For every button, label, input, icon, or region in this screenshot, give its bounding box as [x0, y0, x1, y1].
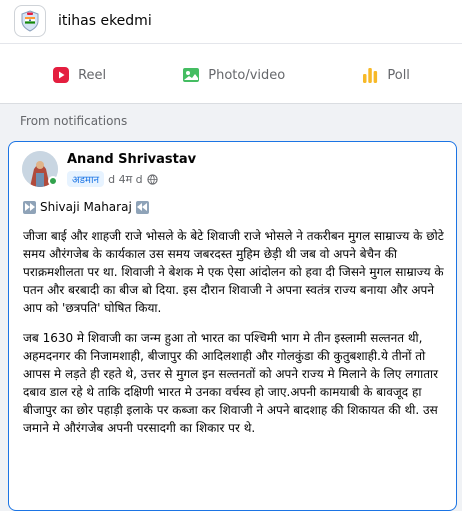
- post-paragraph-1: जीजा बाई और शाहजी राजे भोसले के बेटे शिव…: [23, 229, 444, 315]
- photo-icon: [183, 68, 200, 82]
- group-name[interactable]: itihas ekedmi: [58, 13, 152, 29]
- poll-button[interactable]: Poll: [361, 66, 410, 84]
- post-meta: अडमान d 4म d: [67, 171, 158, 187]
- admin-badge: अडमान: [67, 171, 105, 187]
- post-author[interactable]: Anand Shrivastav: [67, 152, 196, 167]
- photo-video-label: Photo/video: [208, 67, 286, 83]
- group-row[interactable]: itihas ekedmi: [14, 4, 152, 38]
- globe-icon: [147, 173, 158, 185]
- post-heading: Shivaji Maharaj: [23, 198, 444, 216]
- composer-actions: Reel Photo/video Poll: [14, 58, 448, 92]
- reel-icon: [53, 67, 70, 83]
- post-card: Anand Shrivastav अडमान d 4म d Shivaji Ma…: [8, 141, 457, 511]
- online-status-dot: [48, 176, 58, 186]
- rewind-icon: [135, 200, 149, 214]
- group-header-card: itihas ekedmi Reel Photo/video Poll: [0, 0, 462, 104]
- section-label: From notifications: [20, 114, 128, 128]
- post-heading-text: Shivaji Maharaj: [40, 200, 132, 214]
- post-time[interactable]: d 4म d: [108, 172, 143, 187]
- reel-button[interactable]: Reel: [52, 66, 106, 84]
- group-logo: [14, 5, 46, 37]
- reel-label: Reel: [78, 67, 107, 83]
- divider: [0, 43, 462, 44]
- fast-forward-icon: [23, 200, 36, 214]
- poll-label: Poll: [387, 67, 410, 83]
- flag-shield-logo-icon: [21, 10, 39, 32]
- poll-icon: [363, 68, 378, 83]
- post-body: Shivaji Maharaj जीजा बाई और शाहजी राजे भ…: [23, 198, 444, 449]
- photo-video-button[interactable]: Photo/video: [182, 66, 285, 84]
- post-paragraph-2: जब 1630 मे शिवाजी का जन्म हुआ तो भारत का…: [23, 331, 439, 435]
